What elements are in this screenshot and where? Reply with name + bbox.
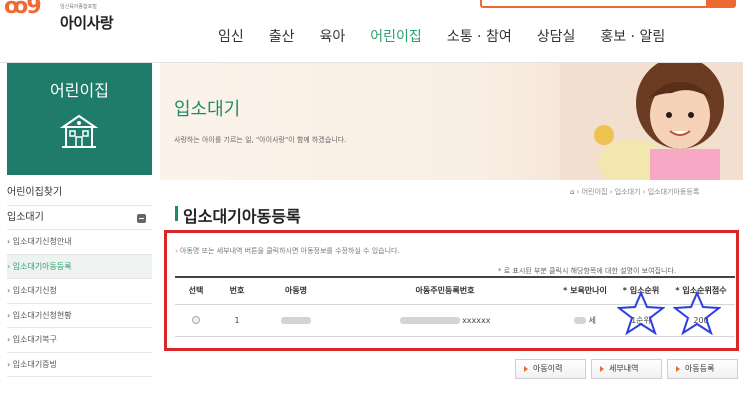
sidebar: 어린이집 어린이집찾기 입소대기 › 입소대기신청안내 › 입소대기아동등록 ›… [0,63,160,396]
sidebar-item-label: 입소대기 [7,211,44,223]
child-name-blurred[interactable] [281,316,311,324]
nav-item-community[interactable]: 소통 · 참여 [434,26,524,46]
child-history-button[interactable]: 아동이력 [515,359,586,379]
sidebar-item-child-register[interactable]: › 입소대기아동등록 [7,254,152,279]
arrow-right-icon [524,366,528,372]
breadcrumb-item[interactable]: 어린이집 [582,188,608,196]
sidebar-item-find-daycare[interactable]: 어린이집찾기 [7,181,152,206]
sidebar-header: 어린이집 [7,63,152,175]
sidebar-item-waitlist-restore[interactable]: › 입소대기복구 [7,328,152,353]
child-photo [560,63,743,180]
sidebar-item-waitlist-guide[interactable]: › 입소대기신청안내 [7,230,152,255]
nav-item-childcare[interactable]: 육아 [307,26,358,46]
rank-cell: 1순위 [615,290,667,337]
nav-item-daycare[interactable]: 어린이집 [357,26,434,46]
breadcrumb-item-current: 입소대기아동등록 [647,188,700,196]
resident-id-suffix: xxxxxx [462,315,491,325]
search-box[interactable] [480,0,736,8]
table-row: 1 xxxxxx 세 1순위 200 [175,290,735,337]
nav-item-notice[interactable]: 홍보 · 알림 [587,26,677,46]
sidebar-title: 어린이집 [50,81,109,100]
site-logo[interactable]: ꝏ9 임신육아종합포털 아이사랑 [4,0,124,44]
logo-tagline: 임신육아종합포털 [60,4,97,10]
col-header-select: 선택 [175,276,217,305]
asterisk-hint: * 로 표시된 부분 클릭시 해당항목에 대한 설명이 보여집니다. [498,267,677,275]
child-history-label: 아동이력 [533,364,563,373]
nav-item-pregnancy[interactable]: 임신 [205,26,256,46]
detail-label: 세부내역 [609,364,639,373]
sidebar-menu: 어린이집찾기 입소대기 › 입소대기신청안내 › 입소대기아동등록 › 입소대기… [7,181,152,377]
nav-item-counseling[interactable]: 상담실 [524,26,588,46]
col-header-child-name: 아동명 [257,276,335,305]
star-annotation-icon [617,290,665,335]
child-name-cell[interactable] [257,304,335,337]
detail-button[interactable]: 세부내역 [591,359,662,379]
page-banner: 입소대기 사랑하는 아이를 기르는 일, "아이사랑"이 함께 하겠습니다. [160,63,743,180]
col-header-age[interactable]: * 보육만나이 [555,276,615,305]
resident-id-blurred [399,316,460,324]
main-nav: 임신 출산 육아 어린이집 소통 · 참여 상담실 홍보 · 알림 [205,26,677,46]
home-icon[interactable]: ⌂ [570,188,574,196]
select-radio[interactable] [192,316,200,324]
sidebar-item-waitlist-proof[interactable]: › 입소대기증빙 [7,353,152,377]
banner-subtitle: 사랑하는 아이를 기르는 일, "아이사랑"이 함께 하겠습니다. [174,136,347,144]
age-suffix: 세 [588,315,596,325]
breadcrumb: ⌂ › 어린이집 › 입소대기 › 입소대기아동등록 [570,188,700,196]
select-cell [175,304,217,337]
child-register-button[interactable]: 아동등록 [667,359,738,379]
logo-mark-icon: ꝏ9 [4,0,42,19]
sidebar-item-waitlist-apply[interactable]: › 입소대기신청 [7,279,152,304]
breadcrumb-item[interactable]: 입소대기 [615,188,641,196]
sidebar-item-waitlist[interactable]: 입소대기 [7,206,152,230]
age-cell: 세 [555,304,615,337]
col-header-number: 번호 [217,276,257,305]
arrow-right-icon [676,366,680,372]
child-list-table: 선택 번호 아동명 아동주민등록번호 * 보육만나이 * 입소순위 * 입소순위… [175,276,735,337]
banner-title: 입소대기 [174,99,241,120]
sidebar-item-waitlist-status[interactable]: › 입소대기신청현황 [7,304,152,328]
age-blurred [574,316,587,324]
star-annotation-icon [673,290,721,335]
rank-score-cell: 200 [667,290,735,337]
logo-name: 아이사랑 [60,14,114,32]
collapse-icon[interactable] [137,213,146,223]
site-header: ꝏ9 임신육아종합포털 아이사랑 임신 출산 육아 어린이집 소통 · 참여 상… [0,0,743,63]
search-button[interactable] [706,0,736,6]
child-register-label: 아동등록 [685,364,715,373]
page-title: 입소대기아동등록 [175,203,301,227]
nav-item-birth[interactable]: 출산 [256,26,307,46]
number-cell: 1 [217,304,257,337]
resident-id-cell: xxxxxx [335,304,555,337]
arrow-right-icon [600,366,604,372]
col-header-resident-id: 아동주민등록번호 [335,276,555,305]
daycare-building-icon [59,114,99,148]
